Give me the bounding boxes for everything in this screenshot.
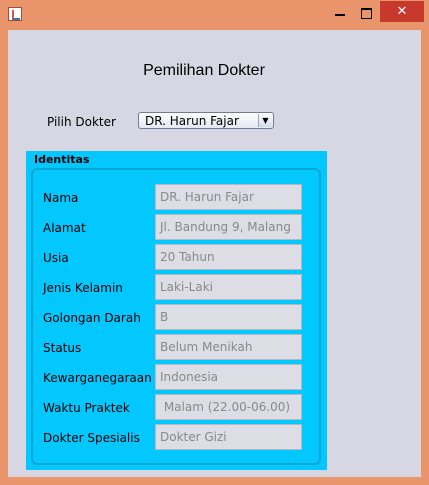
- field-golongan-darah[interactable]: B: [155, 304, 302, 330]
- identity-panel-title: Identitas: [34, 153, 90, 166]
- field-label-waktu-praktek: Waktu Praktek: [43, 401, 130, 415]
- page-title: Pemilihan Dokter: [143, 62, 265, 79]
- field-label-alamat: Alamat: [43, 221, 86, 235]
- doctor-select[interactable]: DR. Harun Fajar ▼: [138, 112, 274, 129]
- doctor-picker-label: Pilih Dokter: [47, 115, 116, 129]
- java-app-icon[interactable]: [8, 7, 22, 21]
- field-label-golongan-darah: Golongan Darah: [43, 311, 141, 325]
- content-pane: Pemilihan Dokter Pilih Dokter DR. Harun …: [8, 30, 421, 477]
- field-label-dokter-spesialis: Dokter Spesialis: [43, 431, 140, 445]
- field-kewarganegaraan[interactable]: Indonesia: [155, 364, 302, 390]
- minimize-button[interactable]: [329, 4, 351, 22]
- field-label-nama: Nama: [43, 191, 79, 205]
- doctor-select-value: DR. Harun Fajar: [145, 114, 239, 128]
- maximize-button[interactable]: [355, 4, 377, 22]
- close-button[interactable]: ✕: [380, 1, 424, 22]
- chevron-down-icon[interactable]: ▼: [258, 114, 272, 127]
- field-jenis-kelamin[interactable]: Laki-Laki: [155, 274, 302, 300]
- close-icon: ✕: [396, 4, 408, 19]
- title-bar[interactable]: ✕: [0, 0, 429, 30]
- field-status[interactable]: Belum Menikah: [155, 334, 302, 360]
- field-nama[interactable]: DR. Harun Fajar: [155, 184, 302, 210]
- app-window: ✕ Pemilihan Dokter Pilih Dokter DR. Haru…: [0, 0, 429, 485]
- field-waktu-praktek[interactable]: Malam (22.00-06.00): [155, 394, 302, 420]
- identity-panel-border: Nama DR. Harun Fajar Alamat Jl. Bandung …: [31, 168, 321, 465]
- field-dokter-spesialis[interactable]: Dokter Gizi: [155, 424, 302, 450]
- field-alamat[interactable]: Jl. Bandung 9, Malang: [155, 214, 302, 240]
- identity-panel: Identitas Nama DR. Harun Fajar Alamat Jl…: [26, 151, 327, 470]
- field-usia[interactable]: 20 Tahun: [155, 244, 302, 270]
- field-label-jenis-kelamin: Jenis Kelamin: [43, 281, 123, 295]
- field-label-kewarganegaraan: Kewarganegaraan: [43, 371, 152, 385]
- field-label-usia: Usia: [43, 251, 69, 265]
- field-label-status: Status: [43, 341, 82, 355]
